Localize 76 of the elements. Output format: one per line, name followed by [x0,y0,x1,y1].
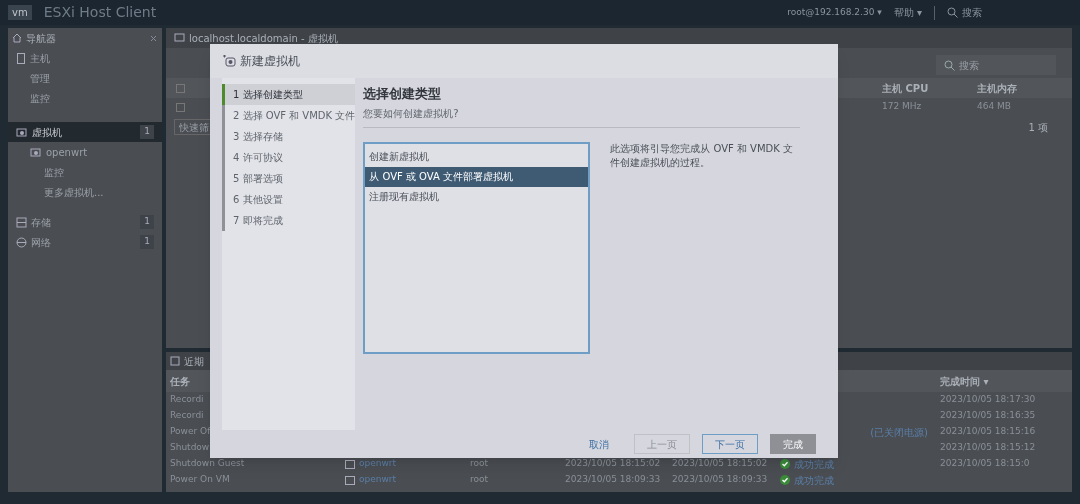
pin-icon [149,33,158,43]
nav-item[interactable]: 监控 [8,88,162,108]
table-cell: root [470,457,489,471]
table-cell: 2023/10/05 18:15:02 [672,457,768,471]
table-cell-text: 464 MB [977,100,1012,114]
dialog-button[interactable]: 下一页 [702,434,758,454]
table-cell: 2023/10/05 18:15:16 [940,425,1036,439]
table-cell: Power Of [170,425,211,439]
nav-item[interactable]: 存储 1 [8,212,162,232]
user-menu[interactable]: root@192.168.2.30 ▾ [787,5,882,20]
column-header[interactable]: 主机内存 [977,80,1072,96]
dialog-button[interactable]: 取消 [576,434,622,454]
status-link[interactable]: (已关闭电源) [870,424,928,440]
help-menu[interactable]: 帮助 ▾ [893,5,922,20]
breadcrumb: localhost.localdomain - 虚拟机 [189,31,338,46]
wizard-step[interactable]: 5 部署选项 [222,168,356,189]
nav-item[interactable]: 主机 [8,48,162,68]
dialog-title: 新建虚拟机 [240,53,300,70]
vm-icon [174,33,185,43]
wizard-step[interactable]: 3 选择存储 [222,126,356,147]
search-button[interactable]: 搜索 [947,5,982,20]
wizard-step[interactable]: 2 选择 OVF 和 VMDK 文件 [222,105,356,126]
search-icon [944,59,955,71]
table-cell: Shutdow [170,441,210,455]
panel-title: 近期 [184,354,204,369]
target-link[interactable]: openwrt [359,457,397,471]
wizard-step[interactable]: 4 许可协议 [222,147,356,168]
wizard-step[interactable]: 1 选择创建类型 [222,84,356,105]
server-icon [16,52,26,64]
vm-icon [30,146,42,158]
table-cell: Shutdown Guest [170,457,245,471]
app-title: ESXi Host Client [43,3,157,22]
nav-item[interactable]: 虚拟机 1 [8,122,162,142]
option-description: 此选项将引导您完成从 OVF 和 VMDK 文件创建虚拟机的过程。 [610,141,794,170]
nav-item[interactable]: 管理 [8,68,162,88]
table-cell: 2023/10/05 18:15:12 [940,441,1036,455]
checkbox[interactable] [176,102,185,112]
column-header[interactable]: 完成时间 ▾ [940,373,1060,389]
list-option[interactable]: 从 OVF 或 OVA 文件部署虚拟机 [365,166,589,187]
table-cell-text: 172 MHz [882,100,923,114]
table-cell: 2023/10/05 18:15:02 [565,457,661,471]
table-cell: 2023/10/05 18:17:30 [940,393,1036,407]
check-icon [780,459,790,469]
table-cell: 2023/10/05 18:16:35 [940,409,1036,423]
vm-icon [16,126,28,138]
step-heading: 选择创建类型 [363,85,443,103]
list-option[interactable]: 创建新虚拟机 [365,146,589,167]
check-icon [780,475,790,485]
table-cell: Recordi [170,409,204,423]
wizard-step[interactable]: 6 其他设置 [222,189,356,210]
nav-item[interactable]: 网络 1 [8,232,162,252]
search-field[interactable]: 搜索 [936,55,1056,75]
status-link[interactable]: 成功完成 [794,456,834,472]
nav-item[interactable]: 更多虚拟机... [8,182,162,202]
table-cell: 2023/10/05 18:15:0 [940,457,1030,471]
status-link[interactable]: 成功完成 [794,472,834,488]
item-count: 1 项 [1028,120,1048,135]
table-cell: 2023/10/05 18:09:33 [672,473,768,487]
list-option[interactable]: 注册现有虚拟机 [365,186,589,207]
checkbox[interactable] [176,83,185,93]
table-cell: Recordi [170,393,204,407]
target-link[interactable]: openwrt [359,473,397,487]
logo: vm [8,5,32,20]
step-subheading: 您要如何创建虚拟机? [363,105,801,128]
wizard-step[interactable]: 7 即将完成 [222,210,356,231]
table-cell: 2023/10/05 18:09:33 [565,473,661,487]
navigator-title: 导航器 [26,31,57,46]
home-icon [12,33,22,43]
storage-icon [16,216,27,228]
column-header[interactable]: 主机 CPU [882,80,977,96]
nav-item[interactable]: 监控 [8,162,162,182]
search-icon [947,7,958,18]
globe-icon [16,236,27,248]
table-cell: Power On VM [170,473,230,487]
nav-item[interactable]: openwrt [8,142,162,162]
table-cell: root [470,473,489,487]
